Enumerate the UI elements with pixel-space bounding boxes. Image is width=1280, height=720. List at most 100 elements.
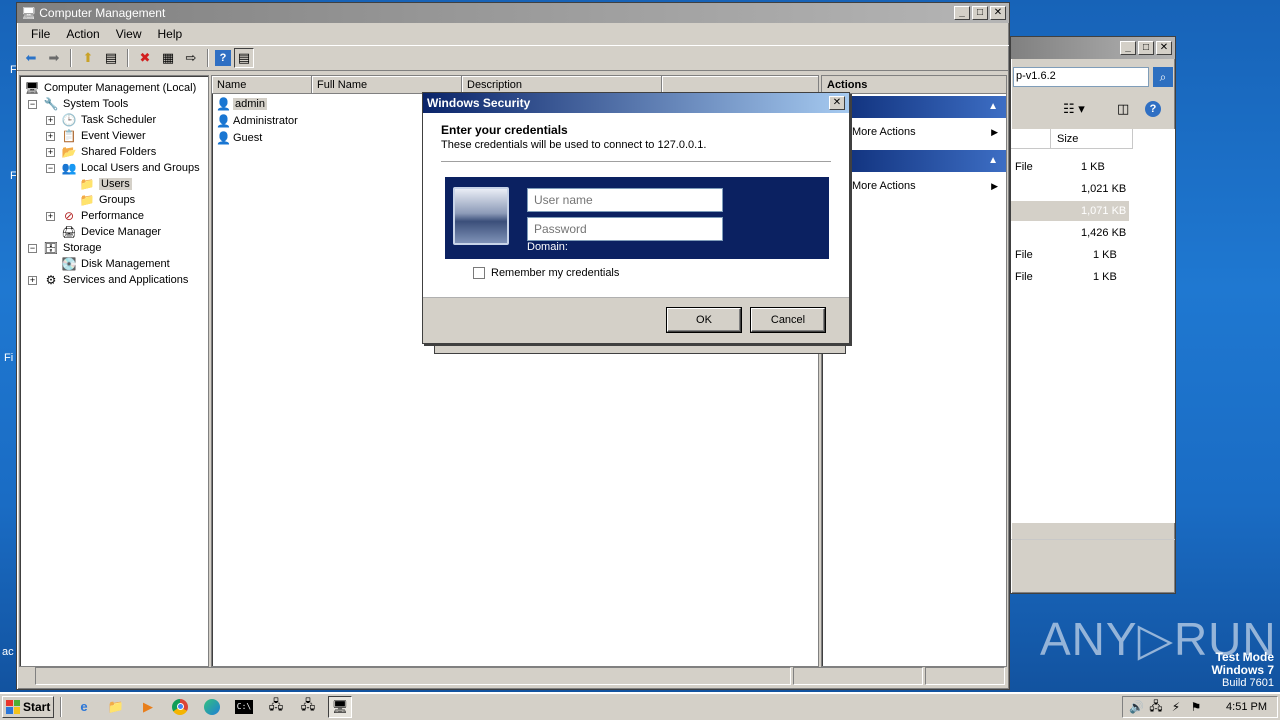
collapse-section-icon[interactable]: ▲ [988, 96, 998, 118]
internet-explorer-icon[interactable]: e [72, 696, 96, 718]
media-player-icon[interactable]: ▶ [136, 696, 160, 718]
search-input[interactable]: p-v1.6.2 [1013, 67, 1149, 87]
menu-view[interactable]: View [108, 25, 150, 43]
windows-security-dialog[interactable]: Windows Security ✕ Enter your credential… [422, 92, 850, 344]
tree-node-system-tools[interactable]: − 🔧 System Tools [28, 96, 128, 112]
windows-logo-icon [6, 699, 20, 714]
view-options-icon[interactable]: ☷ ▾ [1063, 101, 1085, 117]
help-icon[interactable]: ? [1145, 101, 1161, 117]
system-tray: 🔊 🖧 ⚡ ⚑ 4:51 PM [1122, 696, 1278, 718]
console-tree[interactable]: 🖥 Computer Management (Local) − 🔧 System… [19, 75, 209, 667]
close-icon[interactable]: ✕ [990, 6, 1006, 20]
collapse-section-icon[interactable]: ▲ [988, 150, 998, 172]
search-icon[interactable]: ⌕ [1153, 67, 1173, 87]
collapse-icon[interactable]: − [46, 163, 55, 173]
command-prompt-icon[interactable]: C:\ [232, 696, 256, 718]
collapse-icon[interactable]: − [28, 243, 37, 253]
tree-node-disk-management[interactable]: 💽 Disk Management [61, 256, 170, 272]
performance-icon: ⊘ [63, 209, 75, 223]
menu-file[interactable]: File [23, 25, 58, 43]
computer-icon: 🖥 [24, 81, 40, 95]
minimize-icon[interactable]: _ [954, 6, 970, 20]
action-center-flag-icon[interactable]: ⚑ [1189, 700, 1203, 714]
show-hide-tree-icon[interactable]: ▤ [101, 48, 121, 68]
folder-icon: 📁 [79, 193, 95, 207]
window-title: Computer Management [39, 6, 166, 20]
maximize-icon[interactable]: □ [1138, 41, 1154, 55]
up-folder-icon[interactable]: ⬆ [78, 48, 98, 68]
forward-icon[interactable]: ➡ [44, 48, 64, 68]
file-explorer-icon[interactable]: 📁 [104, 696, 128, 718]
column-header-type[interactable] [1011, 129, 1051, 149]
user-icon: 👤 [216, 97, 231, 111]
expand-icon[interactable]: + [46, 131, 55, 141]
disk-icon: 💽 [61, 257, 77, 271]
tree-node-performance[interactable]: + ⊘ Performance [46, 208, 144, 224]
watermark-line: Build 7601 [1222, 677, 1274, 689]
remember-checkbox[interactable] [473, 267, 485, 279]
status-cell [793, 667, 923, 685]
properties-icon[interactable]: ▦ [158, 48, 178, 68]
list-item[interactable]: 👤 Guest [216, 130, 262, 146]
list-item[interactable]: 👤 Administrator [216, 113, 298, 129]
username-input[interactable] [527, 188, 723, 212]
password-input[interactable] [527, 217, 723, 241]
back-icon[interactable]: ⬅ [21, 48, 41, 68]
dialog-subtext: These credentials will be used to connec… [441, 139, 707, 151]
tree-node-shared-folders[interactable]: + 📂 Shared Folders [46, 144, 156, 160]
tree-node-device-manager[interactable]: 🖨 Device Manager [61, 224, 161, 240]
help-icon[interactable]: ? [215, 50, 231, 66]
export-list-icon[interactable]: ⇨ [181, 48, 201, 68]
file-type: File [1015, 271, 1033, 283]
menu-help[interactable]: Help [150, 25, 191, 43]
tree-node-local-users-and-groups[interactable]: − 👥 Local Users and Groups [46, 160, 200, 176]
file-list[interactable]: Size File 1 KB 1,021 KB 1,071 KB 1,426 K… [1011, 129, 1175, 540]
power-icon[interactable]: ⚡ [1169, 700, 1183, 714]
preview-pane-icon[interactable]: ◫ [1117, 101, 1129, 117]
network-app-icon[interactable]: 🖧 [264, 696, 288, 718]
folder-icon: 📁 [79, 177, 95, 191]
chrome-icon[interactable] [168, 696, 192, 718]
remember-credentials-row[interactable]: Remember my credentials [473, 267, 619, 279]
status-bar [35, 667, 1005, 685]
dialog-titlebar[interactable]: Windows Security [423, 93, 849, 113]
network-icon[interactable]: 🖧 [1149, 697, 1163, 718]
tree-node-groups[interactable]: 📁 Groups [79, 192, 136, 208]
tree-node-task-scheduler[interactable]: + 🕒 Task Scheduler [46, 112, 156, 128]
close-icon[interactable]: ✕ [829, 96, 845, 110]
volume-icon[interactable]: 🔊 [1129, 700, 1144, 714]
watermark-line: Windows 7 [1211, 663, 1274, 677]
network-app-icon[interactable]: 🖧 [296, 696, 320, 718]
expand-icon[interactable]: + [46, 115, 55, 125]
expand-icon[interactable]: + [46, 211, 55, 221]
clock[interactable]: 4:51 PM [1226, 701, 1267, 713]
toolbar-separator [127, 49, 129, 67]
delete-icon[interactable]: ✖ [135, 48, 155, 68]
tree-node-event-viewer[interactable]: + 📋 Event Viewer [46, 128, 146, 144]
cancel-button[interactable]: Cancel [751, 308, 825, 332]
explorer-window[interactable]: _ □ ✕ p-v1.6.2 ⌕ ☷ ▾ ◫ ? Size File 1 KB … [1010, 36, 1176, 594]
tree-node-storage[interactable]: − 🗄 Storage [28, 240, 102, 256]
column-header-name[interactable]: Name [212, 76, 312, 94]
tree-node-computer-management[interactable]: 🖥 Computer Management (Local) [24, 80, 196, 96]
file-size: 1 KB [1093, 249, 1117, 261]
tree-label: Event Viewer [81, 130, 146, 142]
list-item[interactable]: 👤 admin [216, 96, 267, 112]
minimize-icon[interactable]: _ [1120, 41, 1136, 55]
computer-management-task-icon[interactable]: 🖥 [328, 695, 352, 718]
column-header-size[interactable]: Size [1051, 129, 1133, 149]
maximize-icon[interactable]: □ [972, 6, 988, 20]
expand-icon[interactable]: + [46, 147, 55, 157]
cm-titlebar[interactable]: 🖥 Computer Management _ □ ✕ [17, 3, 1009, 23]
start-button[interactable]: Start [2, 695, 54, 718]
tree-node-users[interactable]: 📁 Users [79, 176, 132, 192]
show-action-pane-icon[interactable]: ▤ [234, 48, 254, 68]
collapse-icon[interactable]: − [28, 99, 37, 109]
ok-button[interactable]: OK [667, 308, 741, 332]
close-icon[interactable]: ✕ [1156, 41, 1172, 55]
expand-icon[interactable]: + [28, 275, 37, 285]
tree-node-services-and-applications[interactable]: + ⚙ Services and Applications [28, 272, 188, 288]
menu-action[interactable]: Action [58, 25, 107, 43]
edge-icon[interactable] [200, 696, 224, 718]
explorer-titlebar[interactable]: _ □ ✕ [1011, 37, 1175, 59]
